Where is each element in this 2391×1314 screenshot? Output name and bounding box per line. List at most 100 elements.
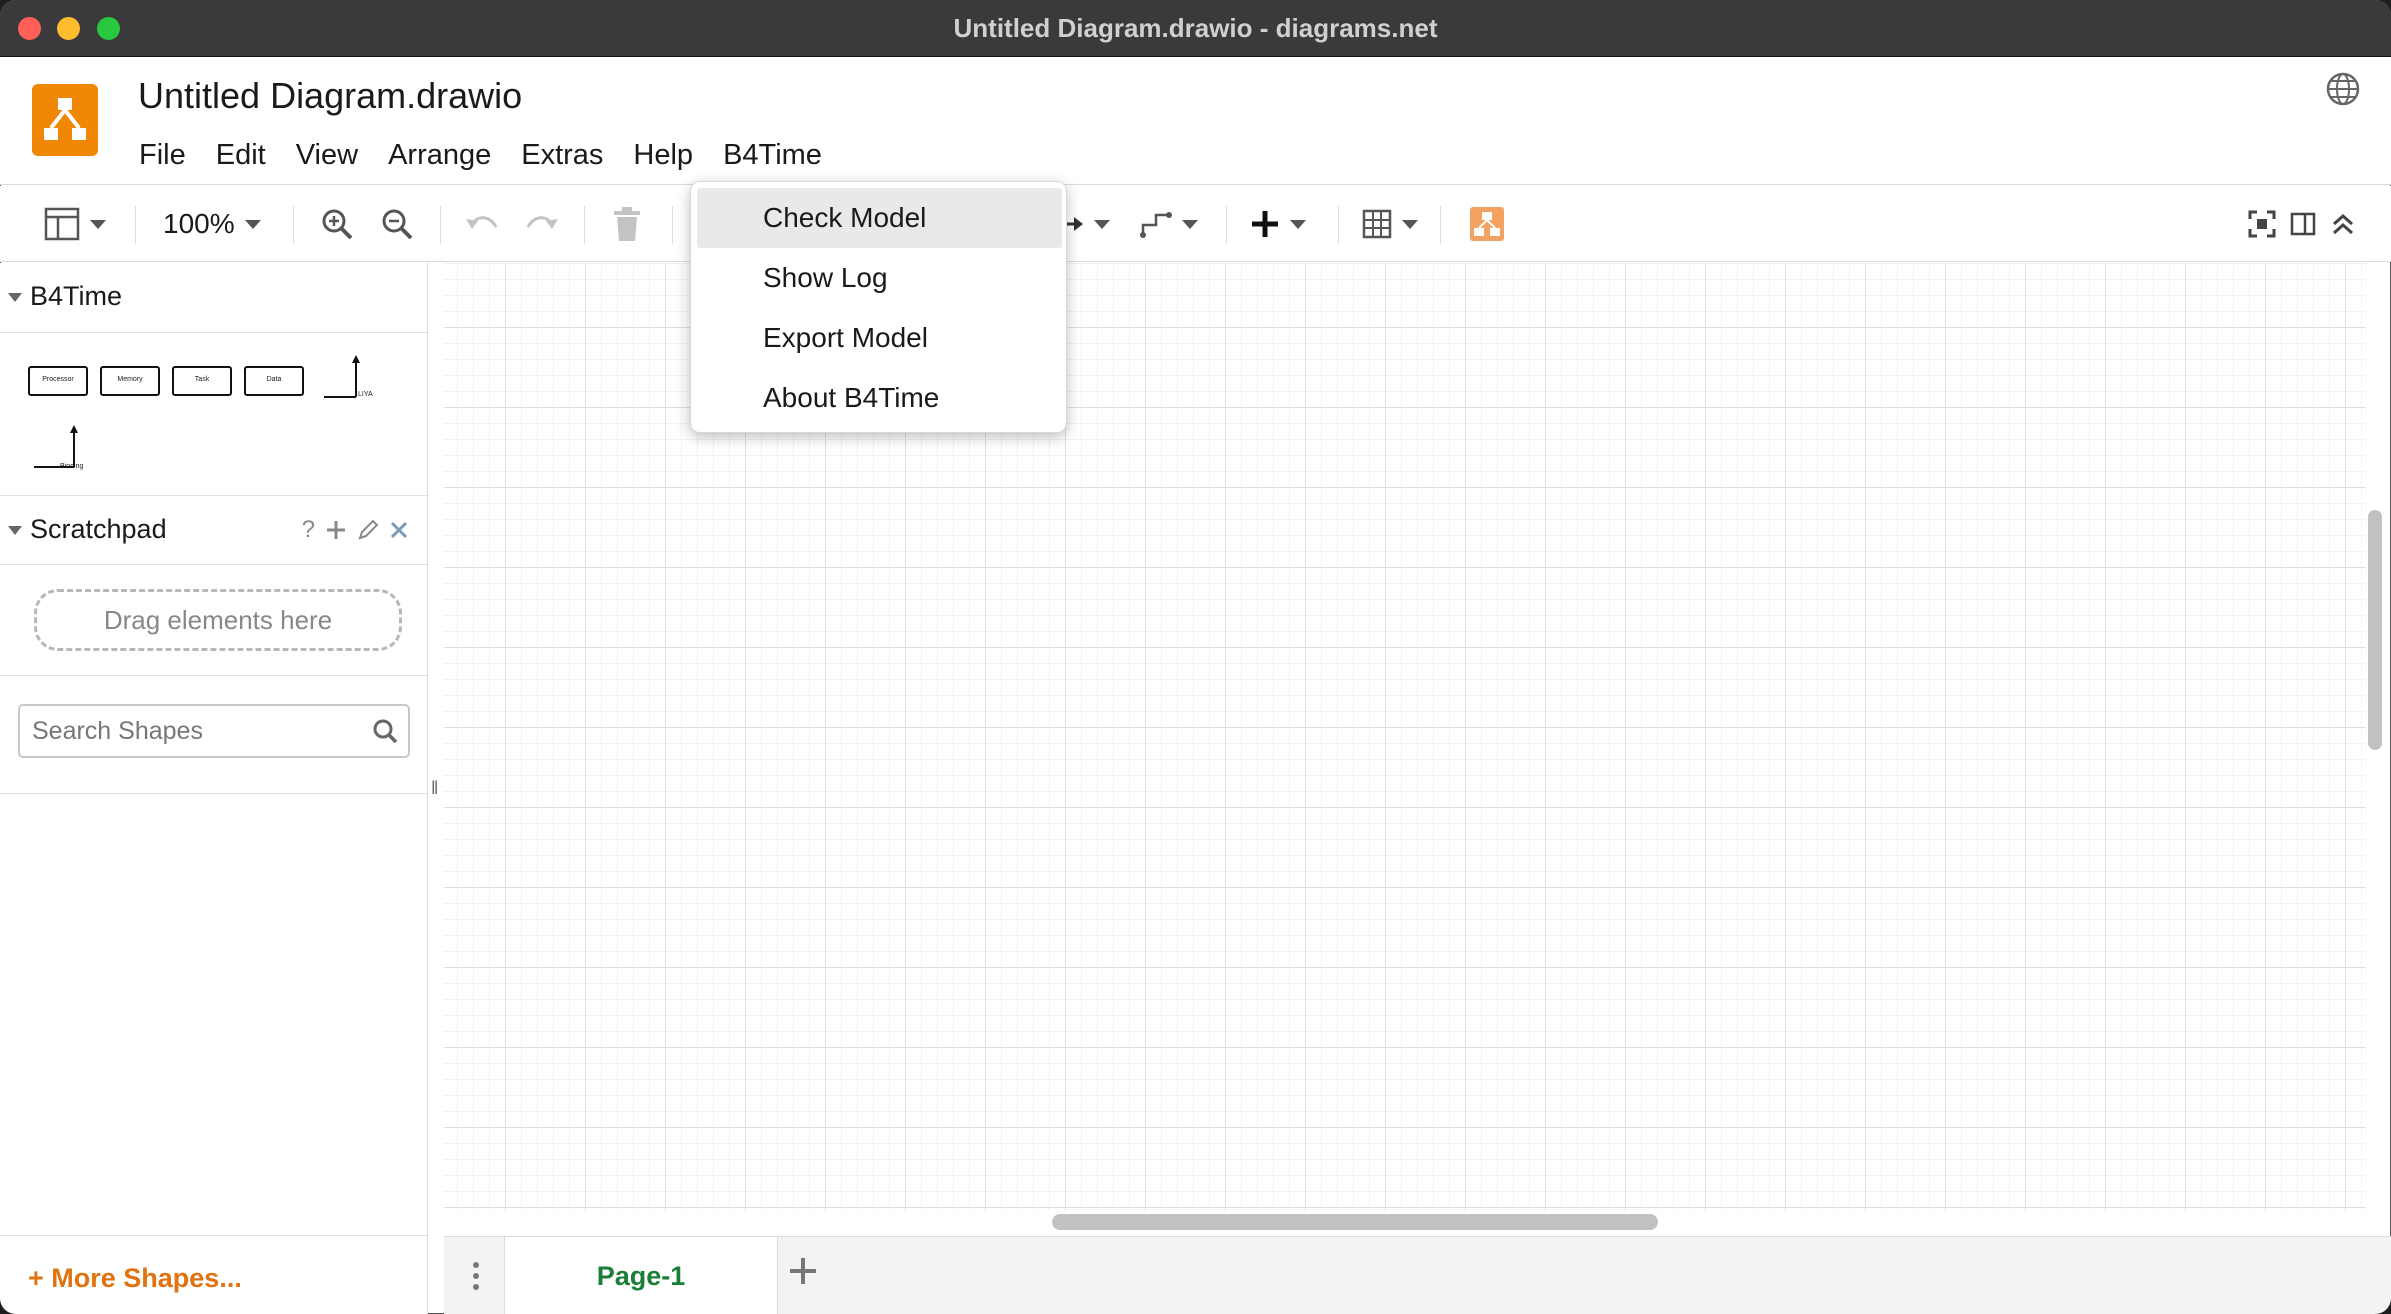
title-bar: Untitled Diagram.drawio - diagrams.net: [0, 0, 2391, 57]
b4time-plugin-icon: [1470, 207, 1504, 241]
fullscreen-icon: [2248, 210, 2276, 238]
pages-menu-button[interactable]: [472, 1261, 480, 1296]
horizontal-scrollbar[interactable]: [1052, 1214, 1658, 1230]
close-icon[interactable]: [389, 520, 409, 540]
chevron-down-icon: [90, 219, 106, 229]
shape-memory[interactable]: Memory: [100, 366, 160, 396]
scratchpad-actions: ?: [302, 516, 409, 544]
table-icon: [1362, 209, 1392, 239]
shape-processor[interactable]: Processor: [28, 366, 88, 396]
chevron-down-icon: [244, 219, 261, 229]
trash-icon: [614, 207, 640, 241]
app-window: Untitled Diagram.drawio - diagrams.net U…: [0, 0, 2391, 1314]
plus-icon[interactable]: [325, 519, 347, 541]
shape-liya[interactable]: LIYA: [320, 353, 376, 405]
scratchpad-drop-zone[interactable]: Drag elements here: [34, 589, 402, 651]
waypoints-dropdown[interactable]: [1140, 204, 1198, 244]
menu-item-show-log[interactable]: Show Log: [697, 248, 1062, 308]
chevron-down-icon: [1290, 219, 1306, 229]
menu-bar: File Edit View Arrange Extras Help B4Tim…: [124, 135, 837, 175]
drawio-logo-icon: [32, 84, 98, 156]
help-icon[interactable]: ?: [302, 516, 315, 544]
plus-icon: [1252, 211, 1278, 237]
language-globe-icon[interactable]: [2325, 71, 2361, 107]
search-icon[interactable]: [372, 718, 398, 744]
binding-label: Binding: [60, 463, 84, 470]
shapes-sidebar: B4Time Processor Memory Task Data LIYA B…: [0, 263, 428, 1314]
toolbar-divider: [440, 206, 441, 244]
add-page-button[interactable]: [788, 1251, 818, 1296]
toolbar-divider: [293, 206, 294, 244]
menu-file[interactable]: File: [124, 135, 201, 175]
shape-binding[interactable]: Binding: [30, 423, 94, 475]
b4time-section-header[interactable]: B4Time: [0, 263, 427, 333]
zoom-in-icon: [322, 209, 353, 240]
b4time-plugin-button[interactable]: [1470, 204, 1504, 244]
zoom-out-button[interactable]: [380, 204, 414, 244]
b4time-shapes: Processor Memory Task Data LIYA Binding: [0, 333, 427, 493]
menu-b4time[interactable]: B4Time: [708, 135, 837, 175]
search-shapes-field[interactable]: [18, 704, 410, 758]
scratchpad-section-header[interactable]: Scratchpad ?: [0, 495, 427, 565]
search-shapes-input[interactable]: [32, 714, 362, 748]
collapse-toolbar-button[interactable]: [2330, 204, 2356, 244]
chevron-down-icon: [1402, 219, 1418, 229]
app-header: Untitled Diagram.drawio File Edit View A…: [0, 57, 2391, 185]
edit-pencil-icon[interactable]: [357, 519, 379, 541]
menu-help[interactable]: Help: [618, 135, 708, 175]
plus-icon: [790, 1258, 816, 1284]
sidebar-resize-handle[interactable]: ‖: [431, 778, 438, 799]
chevron-down-icon: [1094, 219, 1110, 229]
sidebar-divider: [0, 675, 427, 676]
shape-data[interactable]: Data: [244, 366, 304, 396]
collapse-triangle-icon: [8, 293, 22, 302]
toolbar-divider: [584, 206, 585, 244]
connection-style-dropdown[interactable]: [1062, 204, 1110, 244]
redo-button[interactable]: [524, 204, 560, 244]
liya-label: LIYA: [358, 391, 373, 398]
vertical-scrollbar[interactable]: [2368, 510, 2382, 750]
zoom-dropdown[interactable]: 100%: [163, 204, 261, 244]
b4time-section-title: B4Time: [30, 281, 123, 311]
menu-item-export-model[interactable]: Export Model: [697, 308, 1062, 368]
vertical-dots-icon: [473, 1262, 479, 1290]
format-panel-button[interactable]: [2290, 204, 2316, 244]
scratchpad-title: Scratchpad: [30, 514, 167, 544]
table-dropdown[interactable]: [1362, 204, 1418, 244]
chevron-down-icon: [1182, 219, 1198, 229]
menu-item-check-model[interactable]: Check Model: [697, 188, 1062, 248]
fullscreen-button[interactable]: [2248, 204, 2276, 244]
window-title: Untitled Diagram.drawio - diagrams.net: [953, 13, 1438, 43]
toolbar: 100%: [0, 186, 2391, 262]
sidebar-divider: [0, 1235, 427, 1236]
shape-task[interactable]: Task: [172, 366, 232, 396]
sidebar-divider: [0, 793, 427, 794]
document-title[interactable]: Untitled Diagram.drawio: [138, 75, 522, 117]
zoom-in-button[interactable]: [320, 204, 354, 244]
undo-icon: [466, 216, 498, 229]
toolbar-divider: [1440, 206, 1441, 244]
format-panel-toggle[interactable]: [44, 204, 106, 244]
side-panel-icon: [2290, 212, 2316, 236]
page-tab-1[interactable]: Page-1: [504, 1237, 778, 1314]
menu-edit[interactable]: Edit: [201, 135, 281, 175]
b4time-dropdown-menu: Check Model Show Log Export Model About …: [690, 181, 1067, 433]
menu-view[interactable]: View: [281, 135, 373, 175]
delete-button[interactable]: [612, 204, 642, 244]
toolbar-divider: [1338, 206, 1339, 244]
more-shapes-button[interactable]: + More Shapes...: [28, 1263, 242, 1294]
collapse-triangle-icon: [8, 526, 22, 535]
menu-item-about-b4time[interactable]: About B4Time: [697, 368, 1062, 428]
zoom-out-icon: [382, 209, 413, 240]
undo-button[interactable]: [464, 204, 500, 244]
toolbar-divider: [1226, 206, 1227, 244]
toolbar-divider: [672, 206, 673, 244]
redo-icon: [526, 216, 558, 229]
chevron-up-double-icon: [2333, 213, 2353, 235]
menu-arrange[interactable]: Arrange: [373, 135, 506, 175]
toolbar-divider: [135, 206, 136, 244]
menu-extras[interactable]: Extras: [506, 135, 618, 175]
waypoint-icon: [1140, 212, 1172, 238]
layout-panel-icon: [44, 207, 80, 241]
insert-dropdown[interactable]: [1250, 204, 1306, 244]
